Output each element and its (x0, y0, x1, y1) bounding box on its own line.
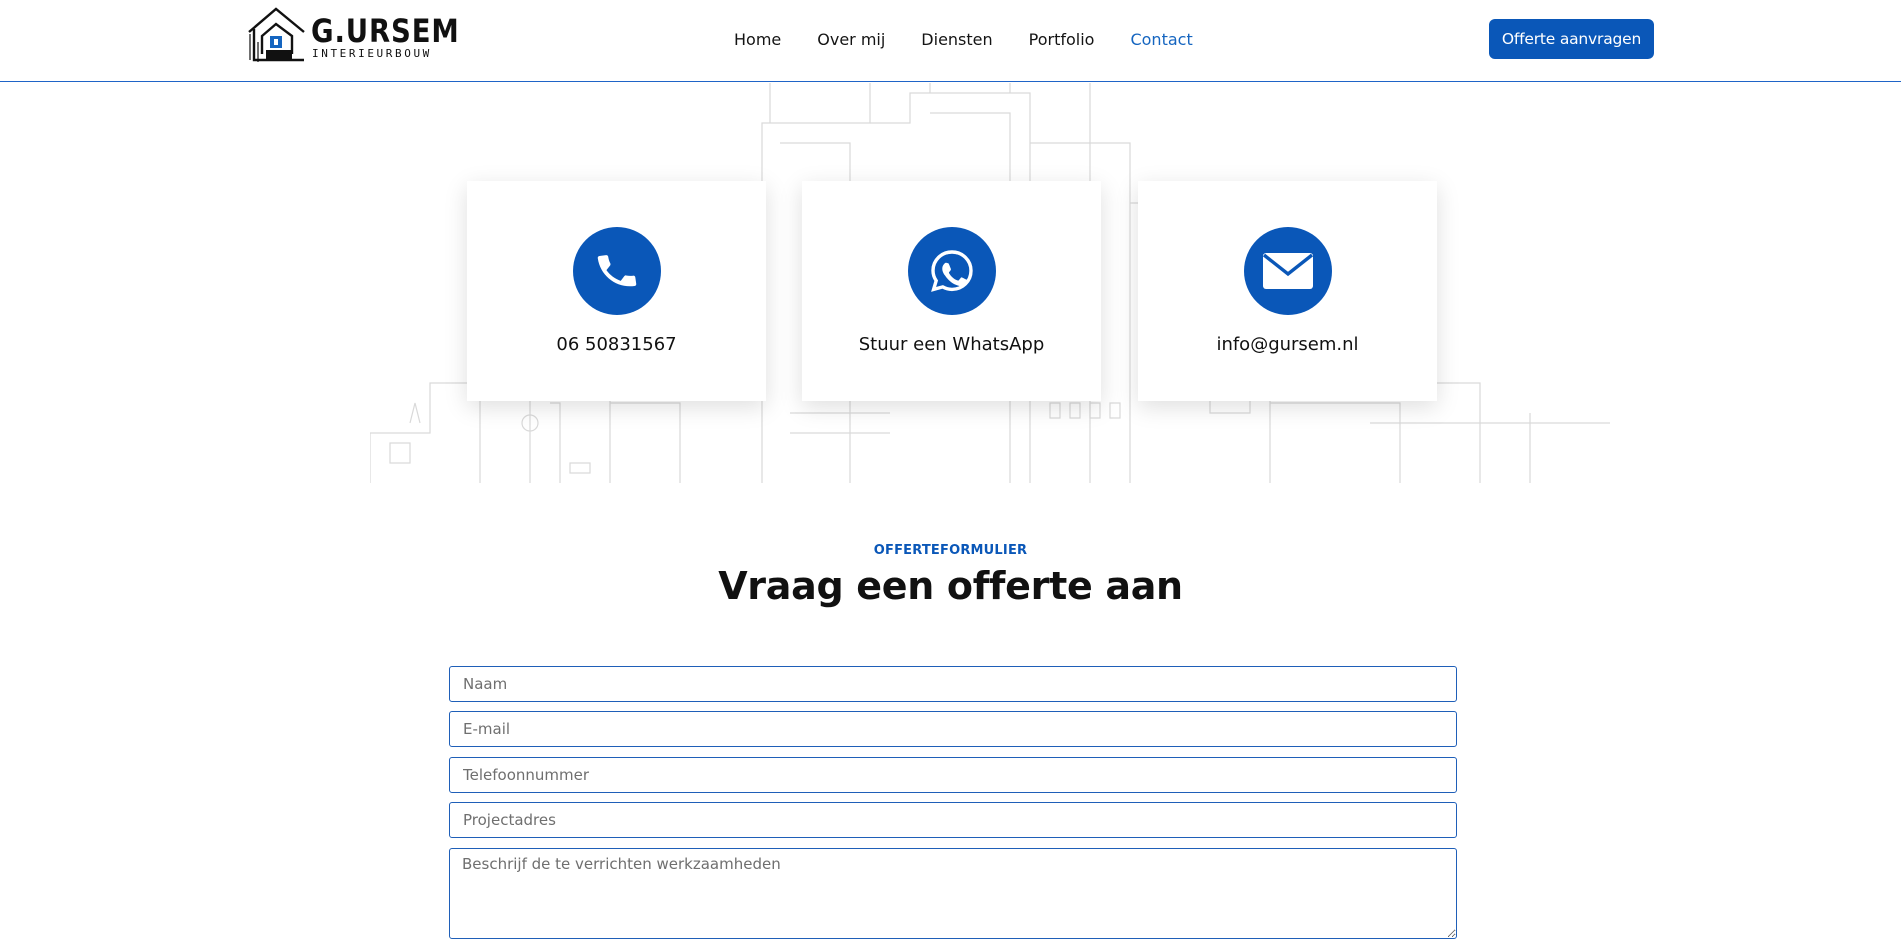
section-eyebrow: OFFERTEFORMULIER (873, 543, 1028, 558)
contact-card-whatsapp[interactable]: Stuur een WhatsApp (802, 181, 1101, 401)
phone-number-text: 06 50831567 (556, 334, 677, 355)
main-nav: Home Over mij Diensten Portfolio Contact (734, 28, 1193, 50)
contact-card-phone[interactable]: 06 50831567 (467, 181, 766, 401)
nav-contact[interactable]: Contact (1130, 30, 1192, 49)
work-description-field[interactable] (449, 848, 1457, 939)
nav-over-mij[interactable]: Over mij (817, 30, 885, 49)
contact-card-email[interactable]: info@gursem.nl (1138, 181, 1437, 401)
nav-home[interactable]: Home (734, 30, 781, 49)
phone-icon-circle (572, 227, 661, 315)
project-address-field[interactable] (449, 802, 1457, 838)
site-header: G.URSEM INTERIEURBOUW Home Over mij Dien… (0, 0, 1901, 82)
request-quote-button[interactable]: Offerte aanvragen (1489, 19, 1654, 59)
phone-icon (597, 255, 636, 287)
whatsapp-icon (930, 250, 973, 292)
house-logo-icon (248, 7, 305, 62)
nav-portfolio[interactable]: Portfolio (1029, 30, 1095, 49)
whatsapp-text: Stuur een WhatsApp (858, 334, 1045, 355)
phone-field[interactable] (449, 757, 1457, 793)
email-field[interactable] (449, 711, 1457, 747)
envelope-icon (1262, 253, 1313, 289)
section-title: Vraag een offerte aan (718, 564, 1183, 608)
logo-subtitle: INTERIEURBOUW (312, 47, 432, 60)
nav-diensten[interactable]: Diensten (921, 30, 992, 49)
envelope-icon-circle (1243, 227, 1332, 315)
name-field[interactable] (449, 666, 1457, 702)
logo[interactable]: G.URSEM INTERIEURBOUW (246, 6, 459, 64)
logo-name: G.URSEM (311, 12, 460, 50)
whatsapp-icon-circle (907, 227, 996, 315)
email-address-text: info@gursem.nl (1216, 334, 1359, 355)
